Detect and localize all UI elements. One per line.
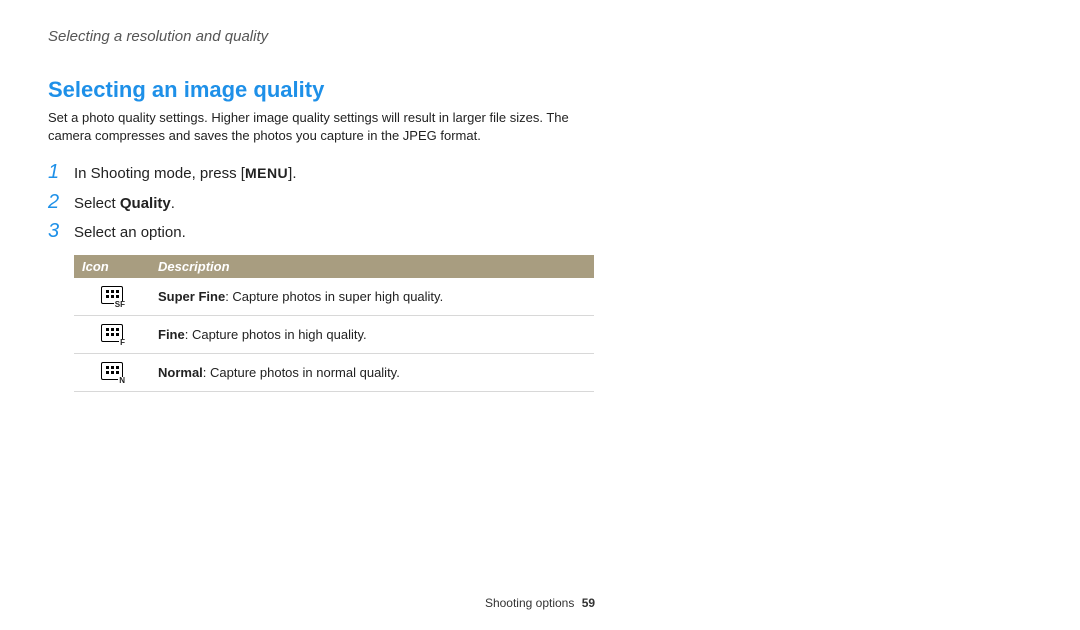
page: Selecting a resolution and quality Selec… <box>0 0 1080 630</box>
option-label: Normal <box>158 365 203 380</box>
description-cell: Fine: Capture photos in high quality. <box>150 315 594 353</box>
footer-section: Shooting options <box>485 596 574 610</box>
menu-button-label: MENU <box>245 165 288 181</box>
step-text-post: . <box>171 195 175 212</box>
quality-icon: F <box>101 324 123 342</box>
quality-icon-sub: F <box>119 339 126 347</box>
step-text: Select Quality. <box>74 193 175 216</box>
step-text-post: ]. <box>288 165 296 182</box>
quality-option-name: Quality <box>120 195 171 212</box>
table-row: SF Super Fine: Capture photos in super h… <box>74 278 594 316</box>
quality-icon-sub: SF <box>114 301 126 309</box>
description-cell: Normal: Capture photos in normal quality… <box>150 353 594 391</box>
step-text-pre: In Shooting mode, press [ <box>74 165 245 182</box>
step-number: 2 <box>48 192 74 212</box>
step-number: 1 <box>48 162 74 182</box>
quality-icon: N <box>101 362 123 380</box>
page-footer: Shooting options 59 <box>0 596 1080 610</box>
option-desc: : Capture photos in high quality. <box>185 327 367 342</box>
icon-cell: F <box>74 315 150 353</box>
icon-cell: SF <box>74 278 150 316</box>
breadcrumb: Selecting a resolution and quality <box>48 28 1032 45</box>
option-desc: : Capture photos in normal quality. <box>203 365 400 380</box>
intro-paragraph: Set a photo quality settings. Higher ima… <box>48 109 588 144</box>
step-text-pre: Select <box>74 195 120 212</box>
quality-icon: SF <box>101 286 123 304</box>
description-cell: Super Fine: Capture photos in super high… <box>150 278 594 316</box>
option-label: Super Fine <box>158 289 225 304</box>
quality-options-table: Icon Description SF Super Fine: Capture … <box>74 255 594 392</box>
table-row: N Normal: Capture photos in normal quali… <box>74 353 594 391</box>
step-text: In Shooting mode, press [MENU]. <box>74 163 297 186</box>
step-2: 2 Select Quality. <box>48 192 1032 216</box>
table-header-icon: Icon <box>74 255 150 278</box>
footer-page-number: 59 <box>582 596 595 610</box>
option-desc: : Capture photos in super high quality. <box>225 289 443 304</box>
table-header-description: Description <box>150 255 594 278</box>
icon-cell: N <box>74 353 150 391</box>
section-heading: Selecting an image quality <box>48 77 1032 103</box>
step-1: 1 In Shooting mode, press [MENU]. <box>48 162 1032 186</box>
step-3: 3 Select an option. <box>48 221 1032 245</box>
quality-icon-sub: N <box>118 377 126 385</box>
steps-list: 1 In Shooting mode, press [MENU]. 2 Sele… <box>48 162 1032 245</box>
step-number: 3 <box>48 221 74 241</box>
step-text: Select an option. <box>74 222 186 245</box>
option-label: Fine <box>158 327 185 342</box>
table-row: F Fine: Capture photos in high quality. <box>74 315 594 353</box>
